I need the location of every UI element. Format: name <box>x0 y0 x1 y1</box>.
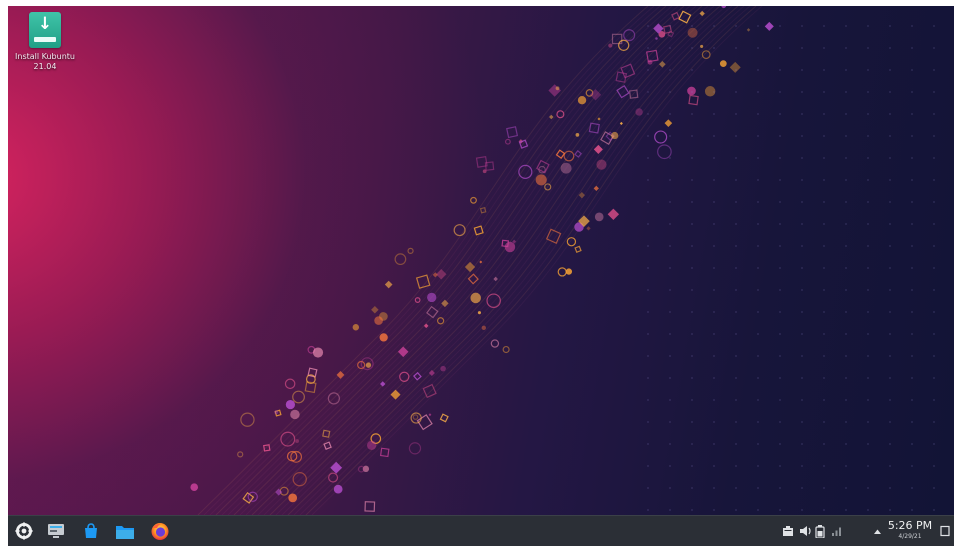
desktop-icon-install-kubuntu[interactable]: ↓ Install Kubuntu 21.04 <box>10 12 80 92</box>
system-settings-button[interactable] <box>44 520 68 542</box>
taskbar: 5:26 PM 4/29/21 <box>8 515 954 546</box>
show-desktop-icon <box>940 525 950 537</box>
network-icon <box>832 527 841 536</box>
clipboard-tray-button[interactable] <box>781 523 795 539</box>
kubuntu-logo-icon <box>15 522 33 540</box>
dolphin-file-manager-button[interactable] <box>113 520 137 542</box>
application-launcher-button[interactable] <box>12 520 36 542</box>
firefox-button[interactable] <box>148 520 172 542</box>
settings-panel-icon <box>48 524 64 538</box>
install-download-icon: ↓ <box>29 12 61 48</box>
show-desktop-button[interactable] <box>938 523 952 539</box>
battery-icon <box>815 524 825 538</box>
network-tray-button[interactable] <box>830 523 844 539</box>
wallpaper-art <box>190 6 935 515</box>
expand-arrow-icon <box>873 529 881 534</box>
desktop-icon-label: Install Kubuntu 21.04 <box>15 52 75 71</box>
clipboard-icon <box>783 526 793 536</box>
screen: ↓ Install Kubuntu 21.04 5:26 PM 4/29/21 <box>0 0 954 546</box>
discover-button[interactable] <box>79 520 103 542</box>
volume-tray-button[interactable] <box>798 523 812 539</box>
firefox-icon <box>151 523 169 540</box>
battery-tray-button[interactable] <box>813 523 827 539</box>
folder-icon <box>116 525 134 539</box>
desktop-wallpaper[interactable]: ↓ Install Kubuntu 21.04 <box>8 6 954 515</box>
digital-clock[interactable]: 5:26 PM 4/29/21 <box>885 519 935 541</box>
discover-store-icon <box>85 523 97 538</box>
volume-icon <box>799 526 811 536</box>
clock-date: 4/29/21 <box>898 533 922 540</box>
tray-expand-button[interactable] <box>870 523 884 539</box>
clock-time: 5:26 PM <box>887 519 933 532</box>
